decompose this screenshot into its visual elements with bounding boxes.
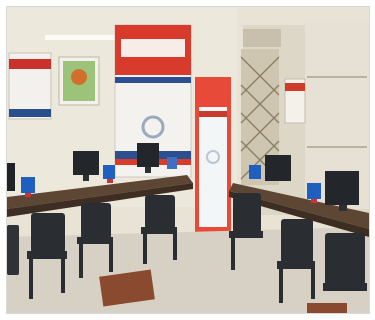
monitor: [7, 163, 15, 191]
computer-lab-scene: [7, 7, 369, 313]
photo-frame: [6, 6, 370, 314]
framed-picture-figure: [71, 69, 87, 85]
chair: [323, 233, 367, 291]
left-poster-footer: [9, 109, 51, 117]
lightbox-panel: [199, 107, 227, 227]
left-poster-band: [9, 59, 51, 69]
right-poster-band: [285, 83, 305, 91]
monitor: [325, 171, 359, 211]
ceiling-light: [45, 35, 115, 40]
blue-screen-device: [249, 165, 261, 179]
main-banner-logo-box: [121, 39, 185, 57]
blue-screen-device: [167, 157, 177, 169]
curtain: [243, 29, 281, 47]
door-mat-right: [307, 303, 347, 313]
main-banner-stripe: [115, 77, 191, 83]
chair: [7, 225, 19, 275]
lightbox-stripe: [199, 111, 227, 117]
monitor: [265, 155, 291, 181]
